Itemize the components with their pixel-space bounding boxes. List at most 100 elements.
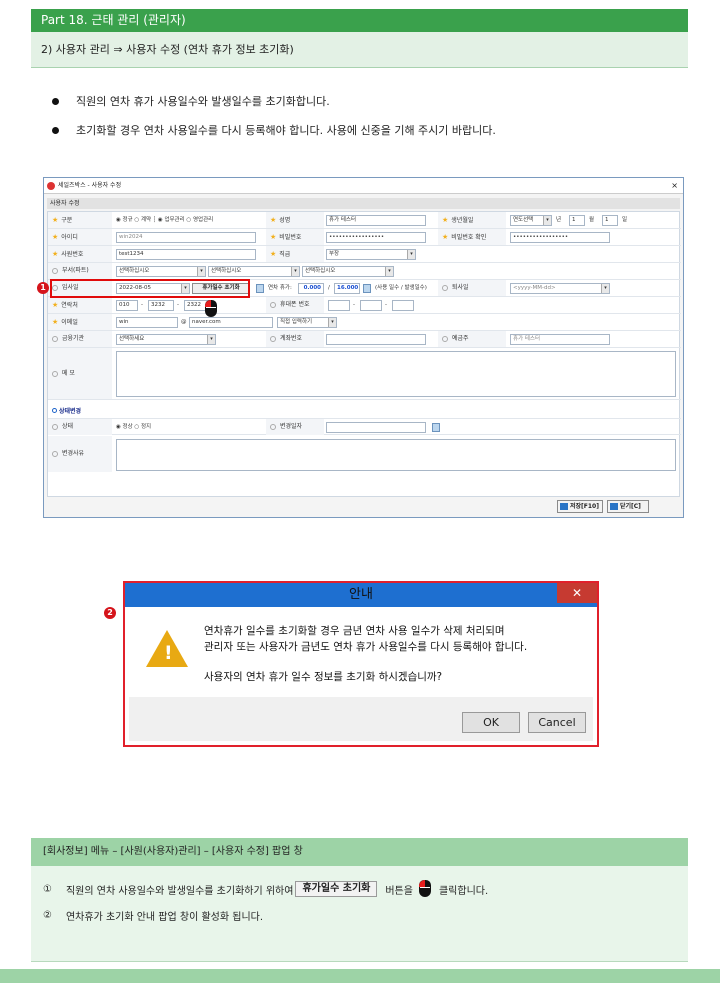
confirm-dialog: 안내 ✕ ! 연차휴가 일수를 초기화할 경우 금년 연차 사용 일수가 삭제 … (123, 581, 599, 747)
window-close-icon[interactable]: × (671, 178, 678, 194)
status-radio-group[interactable]: ◉ 정상 ○ 정지 (116, 422, 151, 433)
form-row: ★ 연락처 010 - 3232 - 2322 휴대폰 번호 - - (48, 297, 681, 314)
optional-circle-icon (270, 301, 276, 308)
note-number: ② (43, 910, 52, 921)
optional-circle-icon (270, 423, 276, 430)
user-form: ★ 구분 ◉ 정규 ○ 계약 ┆ ◉ 업무관리 ○ 영업관리 ★ 성명 휴가 테스터… (47, 211, 681, 497)
name-input[interactable]: 휴가 테스터 (326, 215, 426, 226)
account-input[interactable] (326, 334, 426, 345)
phone-part-2[interactable]: 3232 (148, 300, 174, 311)
form-row: ★ 사원번호 test1234 ★ 직급 부장 (48, 246, 681, 263)
label-mobile: 휴대폰 번호 (266, 297, 324, 313)
id-input[interactable]: win2024 (116, 232, 256, 243)
birth-month-unit: 월 (589, 217, 595, 223)
dept-select-3[interactable]: 선택하십시오 (302, 266, 394, 277)
birth-day-unit: 일 (622, 217, 628, 223)
reset-leave-days-button-image: 휴가일수 초기화 (295, 881, 378, 897)
memo-textarea[interactable] (116, 351, 676, 397)
holder-input[interactable]: 휴가 테스터 (510, 334, 610, 345)
birth-month-stepper[interactable]: 1 (569, 215, 585, 226)
star-icon: ★ (52, 216, 59, 224)
label-leave-date: 퇴사일 (438, 280, 506, 296)
leave-total-days: 16.000 (334, 283, 360, 294)
label-change-date: 변경일자 (266, 419, 324, 435)
position-select[interactable]: 부장 (326, 249, 416, 260)
optional-circle-icon (52, 267, 58, 274)
emp-no-input[interactable]: test1234 (116, 249, 256, 260)
warning-mark: ! (164, 642, 173, 664)
label-type: ★ 구분 (48, 212, 112, 228)
calendar-icon[interactable] (432, 423, 440, 432)
mobile-part-2[interactable] (360, 300, 382, 311)
type-radio-group[interactable]: ◉ 정규 ○ 계약 ┆ ◉ 업무관리 ○ 영업관리 (116, 215, 213, 226)
part-title: Part 18. 근태 관리 (관리자) (41, 13, 186, 27)
star-icon: ★ (52, 301, 59, 309)
calendar-icon[interactable] (256, 284, 264, 293)
change-date-input[interactable] (326, 422, 426, 433)
dialog-close-button[interactable]: ✕ (557, 583, 597, 603)
save-button[interactable]: 저장[F10] (557, 500, 603, 513)
star-icon: ★ (52, 318, 59, 326)
dialog-title: 안내 (125, 583, 597, 607)
label-password-confirm: ★ 비밀번호 확인 (438, 229, 506, 245)
form-row: 상태 ◉ 정상 ○ 정지 변경일자 (48, 418, 681, 435)
star-icon: ★ (52, 250, 59, 258)
label-id: ★ 아이디 (48, 229, 112, 245)
subtitle-bar: 2) 사용자 관리 ⇒ 사용자 수정 (연차 휴가 정보 초기화) (31, 32, 688, 68)
close-icon (610, 503, 618, 510)
optional-circle-icon (442, 335, 448, 342)
label-holder: 예금주 (438, 331, 506, 347)
mobile-dash: - (353, 302, 355, 308)
password-confirm-input[interactable]: ••••••••••••••••• (510, 232, 610, 243)
star-icon: ★ (270, 250, 277, 258)
dept-select-2[interactable]: 선택하십시오 (208, 266, 300, 277)
phone-part-1[interactable]: 010 (116, 300, 138, 311)
close-button[interactable]: 닫기[C] (607, 500, 649, 513)
mobile-part-1[interactable] (328, 300, 350, 311)
optional-circle-icon (52, 450, 58, 457)
note-body: ① 직원의 연차 사용일수와 발생일수를 초기화하기 위하여 휴가일수 초기화 … (31, 866, 688, 962)
callout-badge-2: 2 (104, 607, 116, 619)
password-input[interactable]: ••••••••••••••••• (326, 232, 426, 243)
mobile-dash: - (385, 302, 387, 308)
form-row: ★ 이메일 win @ naver.com 직접 입력하기 (48, 314, 681, 331)
mobile-part-3[interactable] (392, 300, 414, 311)
email-domain-input[interactable]: naver.com (189, 317, 273, 328)
leave-used-days: 0.000 (298, 283, 324, 294)
form-row: ★ 아이디 win2024 ★ 비밀번호 ••••••••••••••••• ★ 비밀… (48, 229, 681, 246)
user-edit-window: 세일즈박스 - 사용자 수정 × 사용자 수정 ★ 구분 ◉ 정규 ○ 계약 ┆ … (43, 177, 684, 518)
note-line: ① 직원의 연차 사용일수와 발생일수를 초기화하기 위하여 휴가일수 초기화 … (43, 880, 488, 898)
birth-year-select[interactable]: 연도선택 (510, 215, 552, 226)
email-domain-select[interactable]: 직접 입력하기 (277, 317, 337, 328)
bullet-item: 직원의 연차 휴가 사용일수와 발생일수를 초기화합니다. (52, 93, 330, 109)
subtitle: 2) 사용자 관리 ⇒ 사용자 수정 (연차 휴가 정보 초기화) (41, 43, 294, 56)
footer-bar (0, 969, 720, 983)
section-circle-icon (52, 408, 57, 413)
label-contact: ★ 연락처 (48, 297, 112, 313)
bullet-dot (52, 97, 59, 105)
section-heading: 사용자 수정 (47, 198, 680, 209)
change-reason-textarea[interactable] (116, 439, 676, 471)
phone-dash: - (141, 302, 143, 308)
dialog-body: ! 연차휴가 일수를 초기화할 경우 금년 연차 사용 일수가 삭제 처리되며 … (129, 607, 593, 697)
ok-button[interactable]: OK (462, 712, 520, 733)
label-name: ★ 성명 (266, 212, 324, 228)
optional-circle-icon (52, 335, 58, 342)
label-email: ★ 이메일 (48, 314, 112, 330)
leave-date-input[interactable]: <yyyy-MM-dd> (510, 283, 610, 294)
email-id-input[interactable]: win (116, 317, 178, 328)
birth-day-stepper[interactable]: 1 (602, 215, 618, 226)
window-title: 세일즈박스 - 사용자 수정 (58, 182, 122, 189)
label-change-reason: 변경사유 (48, 436, 112, 472)
calendar-icon[interactable] (363, 284, 371, 293)
annual-leave-label: 연차 휴가: (268, 285, 292, 291)
dialog-footer: OK Cancel (129, 697, 593, 741)
leave-note: (사용 일수 / 발생일수) (375, 285, 427, 291)
dept-select-1[interactable]: 선택하십시오 (116, 266, 206, 277)
cancel-button[interactable]: Cancel (528, 712, 586, 733)
form-row: 메 모 (48, 348, 681, 400)
bank-select[interactable]: 선택하세요 (116, 334, 216, 345)
form-row: 변경사유 (48, 436, 681, 476)
note-text: 연차휴가 초기화 안내 팝업 창이 활성화 됩니다. (65, 912, 264, 923)
note-text: 클릭합니다. (438, 885, 489, 897)
